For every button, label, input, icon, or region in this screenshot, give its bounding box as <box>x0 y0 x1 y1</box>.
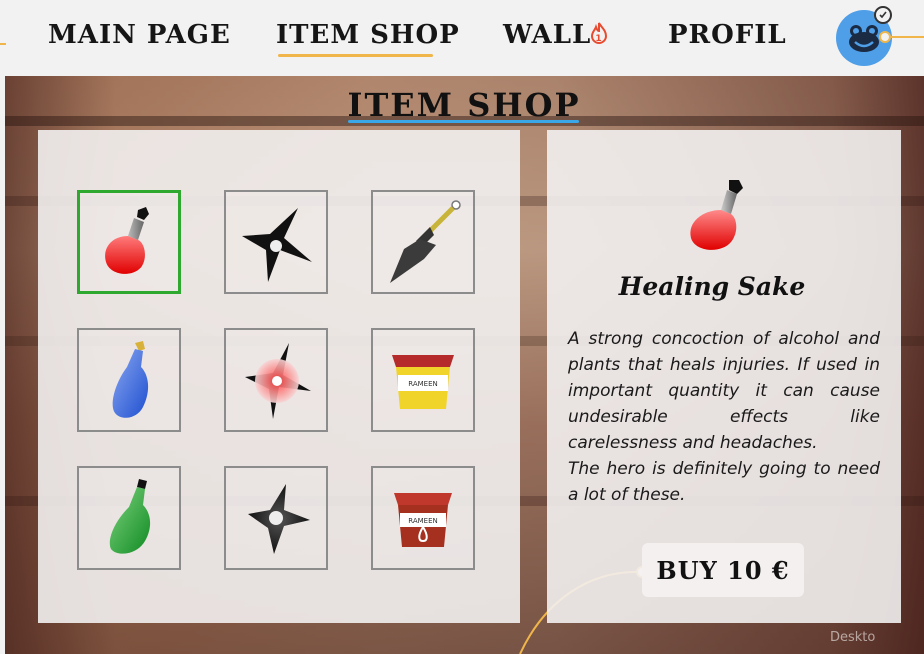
status-check-icon <box>874 6 892 24</box>
selected-item-description: A strong concoction of alcohol and plant… <box>568 326 880 508</box>
black-star-shuriken-icon <box>248 484 310 554</box>
selected-item-potion-icon <box>690 180 743 250</box>
item-slot-black-star-shuriken[interactable] <box>224 466 328 570</box>
description-paragraph-2: The hero is definitely going to need a l… <box>568 459 880 505</box>
item-slot-black-shuriken[interactable] <box>224 190 328 294</box>
nav-profil[interactable]: PROFIL <box>668 20 787 50</box>
selected-item-name: Healing Sake <box>618 272 806 301</box>
nav-main-page[interactable]: MAIN PAGE <box>48 20 231 50</box>
top-nav: MAIN PAGE ITEM SHOP WALL 1 PROFIL <box>0 0 924 76</box>
item-slot-red-potion[interactable] <box>77 190 181 294</box>
nav-active-underline <box>278 54 433 57</box>
kunai-icon <box>390 200 461 283</box>
red-shuriken-icon <box>245 343 311 419</box>
svg-text:RAMEEN: RAMEEN <box>408 517 438 525</box>
black-shuriken-icon <box>242 208 312 282</box>
notification-flame-icon: 1 <box>589 22 609 46</box>
item-slot-blue-bottle[interactable] <box>77 328 181 432</box>
nav-item-shop[interactable]: ITEM SHOP <box>276 20 460 50</box>
page-title-underline <box>348 120 579 123</box>
buy-button[interactable]: BUY 10 € <box>642 543 804 597</box>
item-slot-kunai[interactable] <box>371 190 475 294</box>
page-title: ITEM SHOP <box>347 86 581 124</box>
item-slot-yellow-ramen[interactable]: RAMEEN <box>371 328 475 432</box>
yellow-ramen-icon: RAMEEN <box>392 355 454 409</box>
watermark: Deskto <box>830 630 876 645</box>
item-slot-green-bottle[interactable] <box>77 466 181 570</box>
frog-face-icon <box>849 25 879 52</box>
red-potion-icon <box>105 207 149 274</box>
description-paragraph-1: A strong concoction of alcohol and plant… <box>568 329 880 453</box>
nav-wall[interactable]: WALL 1 <box>503 20 609 50</box>
item-slot-red-shuriken[interactable] <box>224 328 328 432</box>
nav-wall-label: WALL <box>503 20 592 50</box>
svg-text:1: 1 <box>596 34 603 44</box>
green-bottle-icon <box>109 479 151 554</box>
item-slot-red-ramen[interactable]: RAMEEN <box>371 466 475 570</box>
red-ramen-icon: RAMEEN <box>394 493 452 547</box>
blue-bottle-icon <box>112 341 149 418</box>
svg-text:RAMEEN: RAMEEN <box>408 380 438 388</box>
